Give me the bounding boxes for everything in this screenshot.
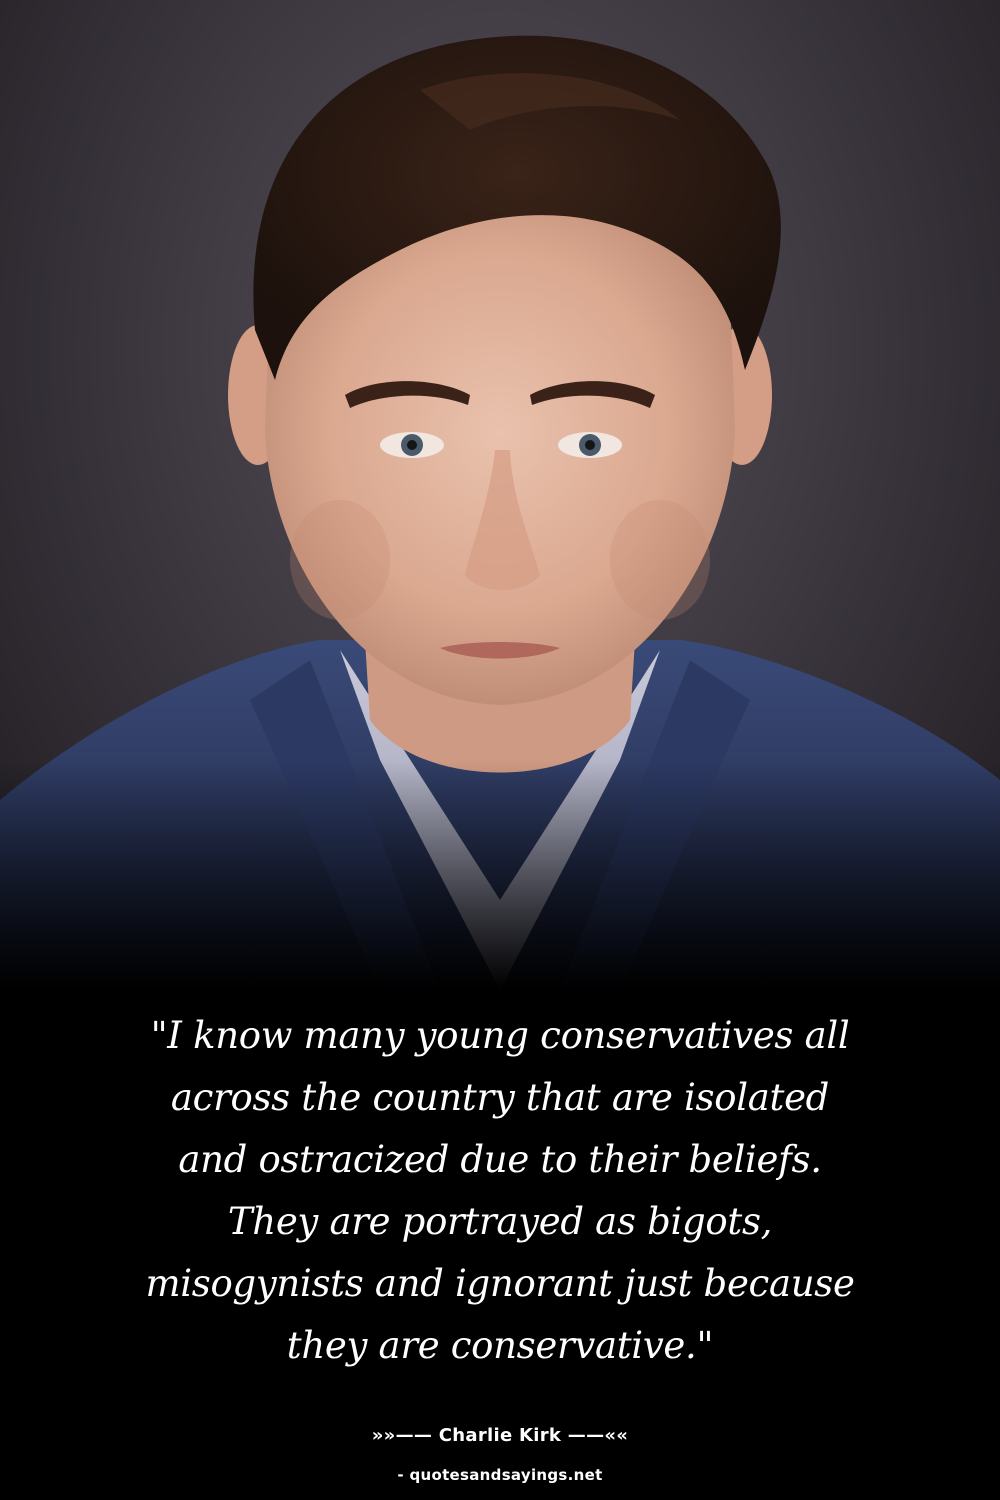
photo-fade-overlay (0, 760, 1000, 990)
quote-line: misogynists and ignorant just because (145, 1262, 855, 1305)
quote-text: "I know many young conservatives all acr… (70, 1005, 930, 1377)
author-attribution: »»—— Charlie Kirk ——«« (371, 1425, 629, 1446)
quote-line: across the country that are isolated (170, 1076, 830, 1119)
quote-line: they are conservative." (286, 1324, 714, 1367)
quote-line: "I know many young conservatives all (150, 1014, 850, 1057)
quote-line: They are portrayed as bigots, (227, 1200, 773, 1243)
quote-line: and ostracized due to their beliefs. (178, 1138, 822, 1181)
portrait-photo (0, 0, 1000, 990)
quote-card: "I know many young conservatives all acr… (0, 0, 1000, 1500)
source-credit: - quotesandsayings.net (397, 1466, 603, 1484)
